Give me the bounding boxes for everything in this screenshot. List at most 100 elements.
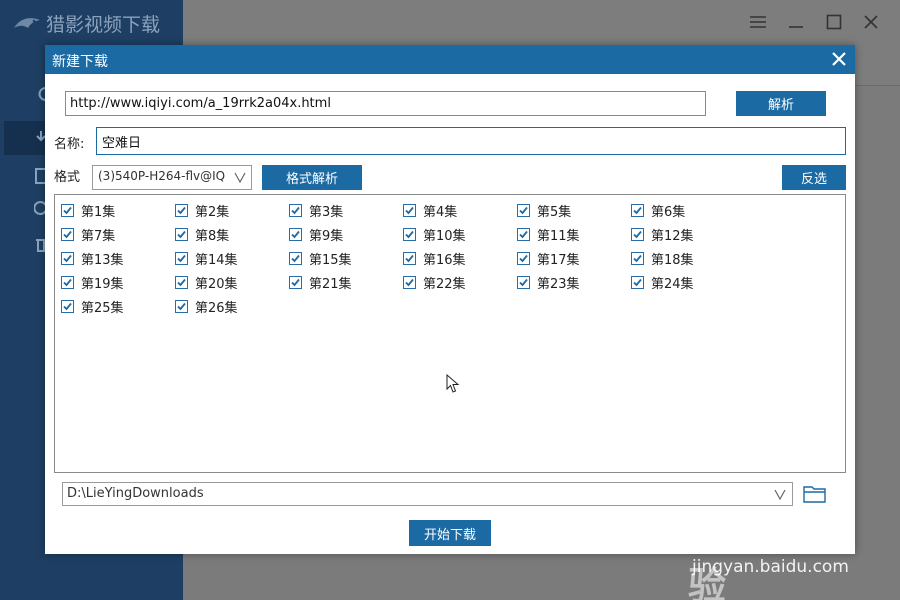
episode-label: 第15集: [309, 252, 352, 268]
episode-checkbox[interactable]: [631, 227, 644, 241]
app-logo: 猎影视频下载: [12, 8, 160, 38]
watermark-url: jingyan.baidu.com: [692, 557, 849, 577]
episode-item[interactable]: 第14集: [175, 248, 238, 268]
name-label: 名称:: [54, 137, 85, 152]
episode-checkbox[interactable]: [517, 227, 530, 241]
episode-item[interactable]: 第22集: [403, 272, 466, 292]
episode-item[interactable]: 第16集: [403, 248, 466, 268]
invert-selection-button[interactable]: 反选: [782, 165, 846, 190]
episode-label: 第26集: [195, 300, 238, 316]
episode-item[interactable]: 第24集: [631, 272, 694, 292]
episode-label: 第22集: [423, 276, 466, 292]
episode-checkbox[interactable]: [517, 203, 530, 217]
episode-label: 第11集: [537, 228, 580, 244]
episode-item[interactable]: 第1集: [61, 200, 115, 220]
episode-label: 第25集: [81, 300, 124, 316]
episode-item[interactable]: 第23集: [517, 272, 580, 292]
episode-label: 第17集: [537, 252, 580, 268]
episode-item[interactable]: 第3集: [289, 200, 343, 220]
episode-checkbox[interactable]: [403, 251, 416, 265]
parse-button[interactable]: 解析: [736, 91, 826, 116]
format-select[interactable]: (3)540P-H264-flv@IQ: [92, 165, 252, 190]
episode-checkbox[interactable]: [61, 251, 74, 265]
episode-label: 第10集: [423, 228, 466, 244]
name-input[interactable]: [96, 127, 846, 155]
episode-list: 第1集 第2集 第3集 第4集 第5集 第6集第7集 第8集 第9集 第10集 第11集 第12集第…: [54, 194, 846, 473]
episode-checkbox[interactable]: [61, 203, 74, 217]
episode-label: 第18集: [651, 252, 694, 268]
episode-checkbox[interactable]: [289, 227, 302, 241]
episode-item[interactable]: 第19集: [61, 272, 124, 292]
episode-label: 第2集: [195, 204, 230, 220]
minimize-icon[interactable]: [786, 12, 806, 32]
episode-label: 第12集: [651, 228, 694, 244]
episode-checkbox[interactable]: [403, 227, 416, 241]
episode-item[interactable]: 第2集: [175, 200, 229, 220]
episode-label: 第21集: [309, 276, 352, 292]
format-select-value: (3)540P-H264-flv@IQ: [98, 169, 226, 183]
episode-checkbox[interactable]: [61, 275, 74, 289]
episode-label: 第24集: [651, 276, 694, 292]
episode-checkbox[interactable]: [289, 203, 302, 217]
episode-label: 第7集: [81, 228, 116, 244]
episode-checkbox[interactable]: [61, 299, 74, 313]
start-download-button[interactable]: 开始下载: [409, 520, 491, 546]
dialog-close-icon[interactable]: [829, 49, 849, 69]
episode-checkbox[interactable]: [631, 275, 644, 289]
save-path-value: D:\LieYingDownloads: [67, 486, 204, 501]
episode-checkbox[interactable]: [517, 275, 530, 289]
episode-item[interactable]: 第13集: [61, 248, 124, 268]
episode-checkbox[interactable]: [631, 203, 644, 217]
fox-logo-icon: [14, 18, 40, 28]
episode-label: 第8集: [195, 228, 230, 244]
episode-item[interactable]: 第25集: [61, 296, 124, 316]
episode-checkbox[interactable]: [175, 227, 188, 241]
episode-item[interactable]: 第8集: [175, 224, 229, 244]
episode-checkbox[interactable]: [517, 251, 530, 265]
episode-label: 第5集: [537, 204, 572, 220]
baidu-watermark: Baidu经验 jingyan.baidu.com: [688, 500, 888, 600]
episode-checkbox[interactable]: [403, 203, 416, 217]
menu-icon[interactable]: [748, 12, 768, 32]
maximize-icon[interactable]: [824, 12, 844, 32]
episode-item[interactable]: 第5集: [517, 200, 571, 220]
dialog-title: 新建下载: [52, 54, 108, 70]
mouse-cursor-icon: [446, 374, 460, 393]
episode-item[interactable]: 第15集: [289, 248, 352, 268]
episode-label: 第13集: [81, 252, 124, 268]
app-title: 猎影视频下载: [46, 13, 161, 36]
episode-item[interactable]: 第4集: [403, 200, 457, 220]
episode-item[interactable]: 第11集: [517, 224, 580, 244]
episode-label: 第19集: [81, 276, 124, 292]
episode-item[interactable]: 第6集: [631, 200, 685, 220]
episode-checkbox[interactable]: [175, 203, 188, 217]
episode-checkbox[interactable]: [289, 251, 302, 265]
episode-checkbox[interactable]: [175, 275, 188, 289]
episode-item[interactable]: 第17集: [517, 248, 580, 268]
format-parse-button[interactable]: 格式解析: [262, 165, 362, 190]
format-label: 格式: [54, 170, 81, 185]
episode-item[interactable]: 第26集: [175, 296, 238, 316]
dialog-titlebar[interactable]: 新建下载: [45, 45, 855, 74]
episode-checkbox[interactable]: [631, 251, 644, 265]
episode-label: 第4集: [423, 204, 458, 220]
episode-label: 第6集: [651, 204, 686, 220]
episode-item[interactable]: 第7集: [61, 224, 115, 244]
episode-checkbox[interactable]: [289, 275, 302, 289]
episode-checkbox[interactable]: [175, 299, 188, 313]
episode-label: 第1集: [81, 204, 116, 220]
episode-item[interactable]: 第21集: [289, 272, 352, 292]
episode-checkbox[interactable]: [61, 227, 74, 241]
episode-item[interactable]: 第12集: [631, 224, 694, 244]
episode-item[interactable]: 第18集: [631, 248, 694, 268]
episode-checkbox[interactable]: [403, 275, 416, 289]
episode-checkbox[interactable]: [175, 251, 188, 265]
episode-item[interactable]: 第9集: [289, 224, 343, 244]
episode-item[interactable]: 第10集: [403, 224, 466, 244]
episode-label: 第14集: [195, 252, 238, 268]
episode-item[interactable]: 第20集: [175, 272, 238, 292]
url-input[interactable]: [65, 91, 706, 116]
close-icon[interactable]: [861, 12, 881, 32]
save-path-select[interactable]: D:\LieYingDownloads: [62, 482, 793, 506]
episode-label: 第3集: [309, 204, 344, 220]
